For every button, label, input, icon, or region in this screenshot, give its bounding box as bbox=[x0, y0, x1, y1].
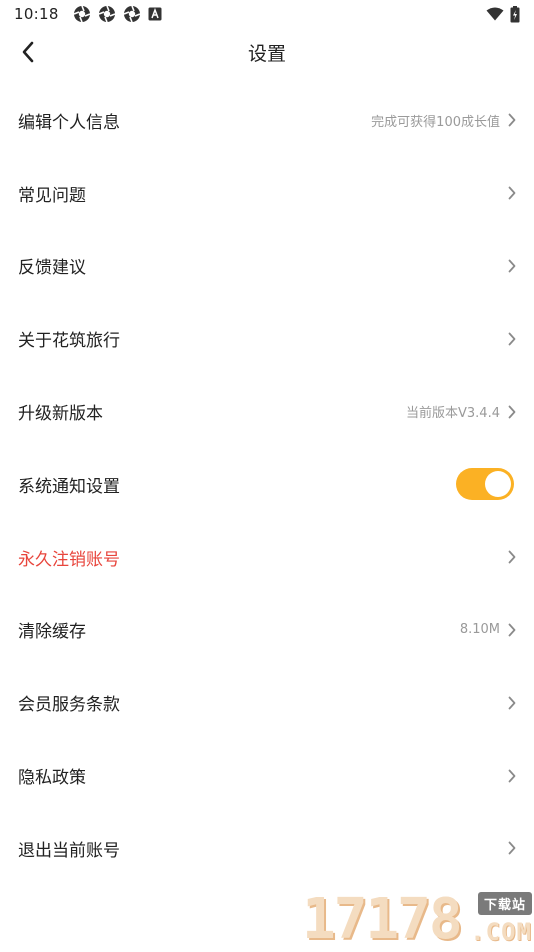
watermark-logo: 17178 下载站 .COM bbox=[302, 888, 534, 950]
row-label: 会员服务条款 bbox=[18, 695, 120, 716]
row-value: 当前版本V3.4.4 bbox=[406, 406, 500, 422]
nav-bar: 设置 bbox=[0, 28, 534, 80]
row-value: 完成可获得100成长值 bbox=[371, 114, 500, 130]
chevron-right-icon bbox=[508, 186, 516, 200]
watermark-badge: 下载站 bbox=[477, 892, 532, 915]
notification-toggle[interactable] bbox=[456, 468, 514, 501]
row-label: 编辑个人信息 bbox=[18, 112, 120, 133]
chevron-right-icon bbox=[508, 550, 516, 564]
row-label: 清除缓存 bbox=[18, 622, 86, 643]
toggle-knob bbox=[485, 471, 511, 498]
row-label: 常见问题 bbox=[18, 185, 86, 206]
row-privacy-policy[interactable]: 隐私政策 bbox=[0, 739, 534, 812]
row-feedback[interactable]: 反馈建议 bbox=[0, 230, 534, 303]
aperture-icon bbox=[98, 5, 116, 23]
row-faq[interactable]: 常见问题 bbox=[0, 157, 534, 230]
chevron-right-icon bbox=[508, 841, 516, 855]
row-label: 升级新版本 bbox=[18, 404, 103, 425]
wifi-icon bbox=[486, 7, 504, 21]
aperture-icon bbox=[73, 5, 91, 23]
battery-charging-icon bbox=[510, 5, 520, 23]
row-label: 反馈建议 bbox=[18, 258, 86, 279]
watermark-digits: 17178 bbox=[302, 887, 463, 952]
row-label: 关于花筑旅行 bbox=[18, 331, 120, 352]
row-edit-profile[interactable]: 编辑个人信息 完成可获得100成长值 bbox=[0, 84, 534, 157]
row-delete-account[interactable]: 永久注销账号 bbox=[0, 521, 534, 594]
status-icons-right bbox=[486, 5, 520, 23]
row-logout[interactable]: 退出当前账号 bbox=[0, 812, 534, 885]
status-bar: 10:18 bbox=[0, 0, 534, 28]
chevron-right-icon bbox=[508, 259, 516, 273]
chevron-right-icon bbox=[508, 332, 516, 346]
row-label: 退出当前账号 bbox=[18, 840, 120, 861]
row-notification-settings: 系统通知设置 bbox=[0, 448, 534, 521]
a-square-icon bbox=[148, 7, 162, 21]
row-member-terms[interactable]: 会员服务条款 bbox=[0, 666, 534, 739]
row-label: 永久注销账号 bbox=[18, 549, 120, 570]
settings-list: 编辑个人信息 完成可获得100成长值 常见问题 反馈建议 关于花筑旅行 升级新版… bbox=[0, 84, 534, 885]
chevron-right-icon bbox=[508, 696, 516, 710]
chevron-right-icon bbox=[508, 623, 516, 637]
row-clear-cache[interactable]: 清除缓存 8.10M bbox=[0, 594, 534, 667]
chevron-right-icon bbox=[508, 769, 516, 783]
chevron-right-icon bbox=[508, 405, 516, 419]
status-time: 10:18 bbox=[14, 5, 59, 23]
row-upgrade[interactable]: 升级新版本 当前版本V3.4.4 bbox=[0, 375, 534, 448]
row-about[interactable]: 关于花筑旅行 bbox=[0, 302, 534, 375]
row-value: 8.10M bbox=[459, 622, 500, 638]
page-title: 设置 bbox=[247, 43, 286, 65]
chevron-right-icon bbox=[508, 113, 516, 127]
watermark-suffix: .COM bbox=[470, 918, 532, 946]
aperture-icon bbox=[123, 5, 141, 23]
row-label: 隐私政策 bbox=[18, 768, 86, 789]
status-icons-left bbox=[73, 5, 162, 23]
row-label: 系统通知设置 bbox=[18, 476, 120, 497]
